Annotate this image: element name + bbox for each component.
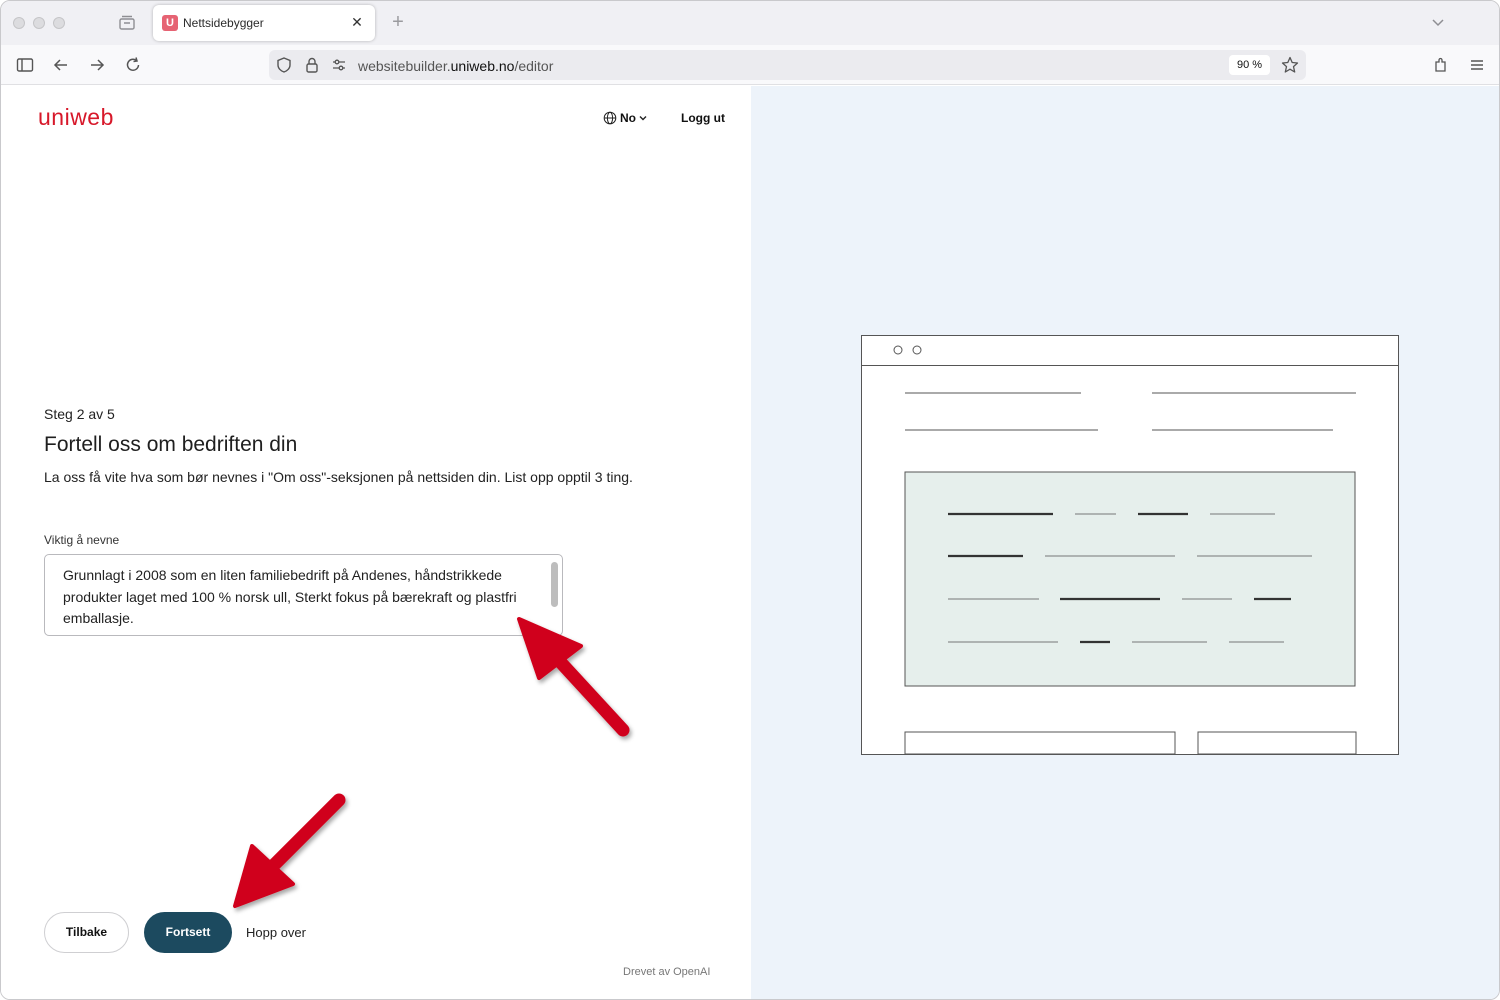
language-selector[interactable]: No bbox=[603, 110, 648, 128]
sidebar-icon[interactable] bbox=[15, 55, 35, 75]
reload-icon[interactable] bbox=[123, 55, 143, 75]
shield-icon[interactable] bbox=[275, 56, 293, 74]
address-bar[interactable]: websitebuilder.uniweb.no/editor 90 % bbox=[269, 50, 1306, 80]
maximize-window-button[interactable] bbox=[53, 17, 65, 29]
skip-link[interactable]: Hopp over bbox=[246, 925, 306, 940]
preview-panel bbox=[751, 86, 1499, 999]
forward-arrow-icon[interactable] bbox=[87, 55, 107, 75]
continue-button[interactable]: Fortsett bbox=[144, 912, 232, 953]
star-icon[interactable] bbox=[1280, 55, 1300, 75]
minimize-window-button[interactable] bbox=[33, 17, 45, 29]
important-to-mention-textarea[interactable]: Grunnlagt i 2008 som en liten familiebed… bbox=[44, 554, 563, 636]
page-description: La oss få vite hva som bør nevnes i "Om … bbox=[44, 469, 633, 485]
back-arrow-icon[interactable] bbox=[51, 55, 71, 75]
url-path: /editor bbox=[514, 58, 554, 74]
textarea-scrollbar[interactable] bbox=[551, 562, 558, 607]
close-icon[interactable]: ✕ bbox=[349, 13, 365, 31]
navigation-toolbar: websitebuilder.uniweb.no/editor 90 % bbox=[1, 45, 1499, 85]
tab-list-icon[interactable] bbox=[117, 13, 137, 33]
tab-nettsidebygger[interactable]: U Nettsidebygger ✕ bbox=[153, 5, 375, 41]
extensions-icon[interactable] bbox=[1431, 55, 1451, 75]
back-button[interactable]: Tilbake bbox=[44, 912, 129, 953]
tab-strip: U Nettsidebygger ✕ + bbox=[1, 1, 1499, 45]
globe-icon bbox=[603, 111, 617, 125]
url-prefix: websitebuilder. bbox=[358, 58, 451, 74]
wizard-panel: uniweb No Logg ut Steg 2 av 5 Fortell os… bbox=[1, 86, 751, 999]
browser-window: U Nettsidebygger ✕ + websitebuilder.uniw… bbox=[0, 0, 1500, 1000]
url-text[interactable]: websitebuilder.uniweb.no/editor bbox=[358, 58, 553, 74]
url-domain: uniweb.no bbox=[450, 58, 515, 74]
field-label: Viktig å nevne bbox=[44, 533, 120, 547]
uniweb-logo[interactable]: uniweb bbox=[38, 104, 114, 131]
zoom-level-badge[interactable]: 90 % bbox=[1229, 55, 1270, 75]
new-tab-plus-icon[interactable]: + bbox=[387, 10, 409, 34]
page-title: Fortell oss om bedriften din bbox=[44, 433, 298, 456]
menu-icon[interactable] bbox=[1467, 55, 1487, 75]
chevron-down-icon bbox=[639, 115, 647, 121]
chevron-down-icon[interactable] bbox=[1429, 13, 1447, 31]
logout-link[interactable]: Logg ut bbox=[681, 111, 725, 125]
page-content: uniweb No Logg ut Steg 2 av 5 Fortell os… bbox=[1, 86, 1499, 999]
step-indicator: Steg 2 av 5 bbox=[44, 406, 115, 422]
close-window-button[interactable] bbox=[13, 17, 25, 29]
website-wireframe-illustration bbox=[861, 335, 1399, 755]
language-label: No bbox=[620, 110, 636, 125]
uniweb-favicon-icon: U bbox=[162, 15, 178, 31]
powered-by-text: Drevet av OpenAI bbox=[623, 966, 711, 978]
tab-title: Nettsidebygger bbox=[183, 16, 264, 30]
lock-icon[interactable] bbox=[303, 56, 321, 74]
permissions-icon[interactable] bbox=[330, 56, 348, 74]
